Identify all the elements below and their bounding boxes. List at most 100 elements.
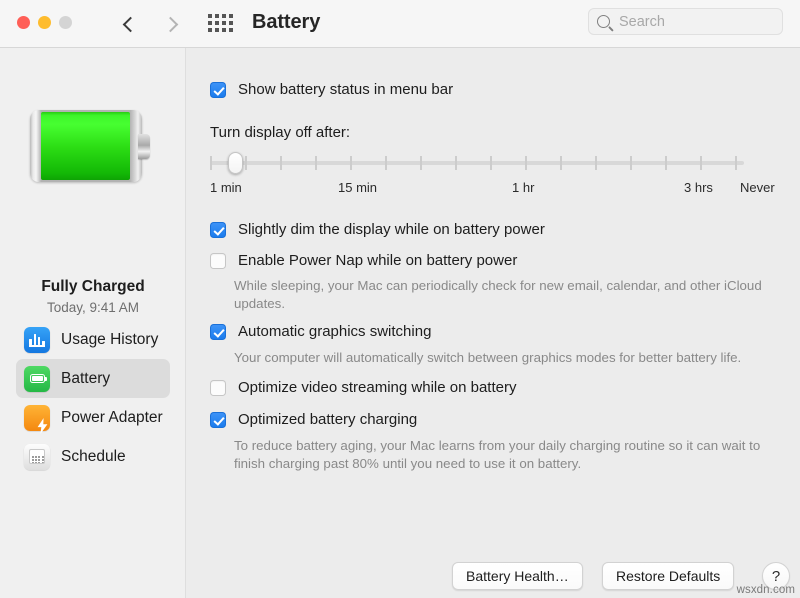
battery-glyph [29,374,47,383]
power-nap-label: Enable Power Nap while on battery power [238,252,518,269]
window-titlebar: Battery [0,0,800,48]
slider-label-3hrs: 3 hrs [684,180,713,195]
calendar-dot [32,459,34,462]
grid-dot [229,28,233,32]
traffic-light-controls [17,16,72,29]
slider-label-1hr: 1 hr [512,180,535,195]
automatic-graphics-switching-help-text: Your computer will automatically switch … [234,350,742,365]
automatic-graphics-switching-checkbox[interactable] [210,324,226,340]
slider-tick [560,156,562,170]
grid-dot [229,21,233,25]
sidebar: Fully Charged Today, 9:41 AM Usage Histo… [0,48,186,598]
slightly-dim-checkbox[interactable] [210,222,226,238]
show-battery-status-label: Show battery status in menu bar [238,81,454,98]
calendar-dot [35,459,38,462]
window-title: Battery [252,11,321,33]
calendar-dot [41,456,44,458]
battery-health-button[interactable]: Battery Health… [452,562,583,590]
restore-defaults-button[interactable]: Restore Defaults [602,562,735,590]
battery-status-text: Fully Charged [41,278,145,295]
battery-icon [24,365,50,392]
calendar-dot [35,456,38,458]
calendar-dot [32,462,34,463]
slider-tick [525,156,527,170]
search-icon [597,15,610,28]
calendar-dot [32,456,34,458]
slider-tick [245,156,247,170]
slider-tick [630,156,632,170]
bar [33,334,37,345]
calendar-dot [38,462,41,463]
calendar-dot [41,462,44,463]
power-nap-checkbox[interactable] [210,253,226,269]
battery-terminal-cap [138,134,150,159]
optimized-battery-charging-row[interactable]: Optimized battery charging [210,411,417,429]
optimize-video-streaming-checkbox[interactable] [210,380,226,396]
power-nap-row[interactable]: Enable Power Nap while on battery power [210,252,517,270]
calendar-dot [41,459,44,462]
slider-tick [385,156,387,170]
grid-dot [222,14,226,18]
slider-tick [735,156,737,170]
bar-chart-glyph [29,334,45,345]
turn-display-off-slider[interactable] [210,152,744,174]
sidebar-item-battery[interactable]: Battery [16,359,170,398]
schedule-icon [24,443,50,470]
slider-thumb[interactable] [228,152,243,174]
slider-label-1min: 1 min [210,180,242,195]
chevron-right-icon [162,16,178,32]
show-all-grid-icon[interactable] [208,14,233,32]
sidebar-item-usage-history[interactable]: Usage History [16,320,170,359]
slider-track[interactable] [210,161,744,165]
grid-dot [208,14,212,18]
sidebar-item-schedule[interactable]: Schedule [16,437,170,476]
slider-tick [665,156,667,170]
optimized-battery-charging-help-text: To reduce battery aging, your Mac learns… [234,438,761,471]
show-battery-status-checkbox[interactable] [210,82,226,98]
optimized-battery-charging-checkbox[interactable] [210,412,226,428]
grid-dot [215,21,219,25]
sidebar-item-label: Schedule [61,447,126,465]
grid-dot [215,28,219,32]
power-adapter-icon [24,404,50,434]
grid-dot [215,14,219,18]
zoom-window-button[interactable] [59,16,72,29]
search-field[interactable] [588,8,783,35]
slightly-dim-row[interactable]: Slightly dim the display while on batter… [210,221,545,239]
close-window-button[interactable] [17,16,30,29]
slider-tick [315,156,317,170]
grid-dot [222,28,226,32]
grid-dot [222,21,226,25]
battery-preferences-window: Battery Fully Charged Today, 9:41 AM [0,0,800,598]
slider-tick [595,156,597,170]
sidebar-item-power-adapter[interactable]: Power Adapter [16,398,170,437]
turn-display-off-title: Turn display off after: [210,124,351,141]
grid-dot [229,14,233,18]
slider-tick [280,156,282,170]
slider-tick [350,156,352,170]
battery-status-time: Today, 9:41 AM [46,300,140,315]
minimize-window-button[interactable] [38,16,51,29]
slider-tick [210,156,212,170]
sidebar-nav-list: Usage History Battery Power Adapter Sche… [0,320,186,476]
back-button[interactable] [114,10,142,38]
calendar-dot [38,456,41,458]
calendar-glyph [29,449,45,464]
slider-tick [700,156,702,170]
slightly-dim-label: Slightly dim the display while on batter… [238,221,545,238]
automatic-graphics-switching-row[interactable]: Automatic graphics switching [210,323,431,341]
sidebar-item-label: Power Adapter [61,408,163,426]
chevron-left-icon [122,16,138,32]
optimize-video-streaming-row[interactable]: Optimize video streaming while on batter… [210,379,516,397]
grid-dot [208,21,212,25]
slider-tick [420,156,422,170]
bar-chart-baseline [29,344,45,347]
forward-button[interactable] [158,10,186,38]
optimize-video-streaming-label: Optimize video streaming while on batter… [238,379,517,396]
sidebar-item-label: Usage History [61,330,159,348]
automatic-graphics-switching-label: Automatic graphics switching [238,323,432,340]
watermark: wsxdn.com [736,584,795,596]
calendar-dot [35,462,38,463]
show-battery-status-row[interactable]: Show battery status in menu bar [210,81,453,99]
search-input[interactable] [619,13,769,30]
